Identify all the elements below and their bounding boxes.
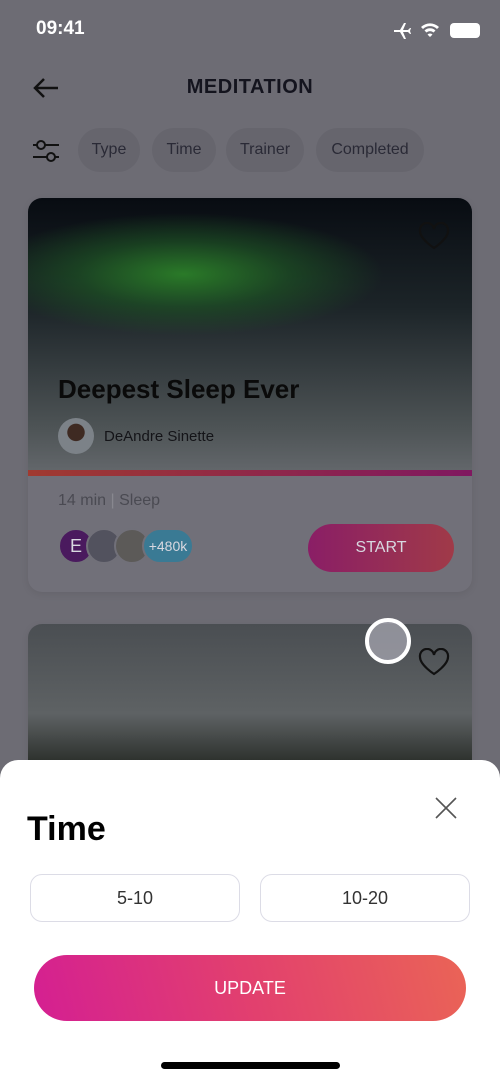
heart-icon[interactable]	[418, 222, 450, 250]
status-time: 09:41	[36, 18, 85, 39]
duration: 14 min	[58, 492, 107, 509]
participants: E +480k	[58, 528, 198, 568]
separator: |	[110, 492, 115, 509]
page-title: MEDITATION	[186, 76, 314, 98]
chip-type[interactable]: Type	[78, 128, 140, 172]
card-meta: 14 min | Sleep	[58, 492, 160, 510]
progress-bar	[28, 470, 472, 476]
airplane-icon	[394, 23, 411, 39]
time-filter-sheet: Time 5-10 10-20 UPDATE	[0, 760, 500, 1080]
chip-trainer[interactable]: Trainer	[226, 128, 304, 172]
sheet-title: Time	[27, 810, 106, 848]
trainer: DeAndre Sinette	[58, 418, 214, 454]
trainer-name: DeAndre Sinette	[104, 427, 215, 445]
card-title: Deepest Sleep Ever	[58, 374, 300, 404]
battery-icon	[450, 23, 480, 38]
chip-time[interactable]: Time	[152, 128, 216, 172]
sliders-icon[interactable]	[32, 138, 60, 164]
option-10-20[interactable]: 10-20	[260, 874, 470, 922]
heart-icon[interactable]	[418, 648, 450, 676]
participants-count: +480k	[142, 528, 194, 564]
start-button[interactable]: START	[308, 524, 454, 572]
meditation-card[interactable]: Deepest Sleep Ever DeAndre Sinette 14 mi…	[28, 198, 472, 592]
update-button[interactable]: UPDATE	[34, 955, 466, 1021]
close-icon[interactable]	[434, 796, 458, 820]
category: Sleep	[119, 492, 161, 509]
option-5-10[interactable]: 5-10	[30, 874, 240, 922]
touch-indicator	[365, 618, 411, 664]
wifi-icon	[421, 23, 439, 37]
home-indicator	[161, 1062, 340, 1069]
chip-completed[interactable]: Completed	[316, 128, 424, 172]
avatar	[58, 418, 94, 454]
